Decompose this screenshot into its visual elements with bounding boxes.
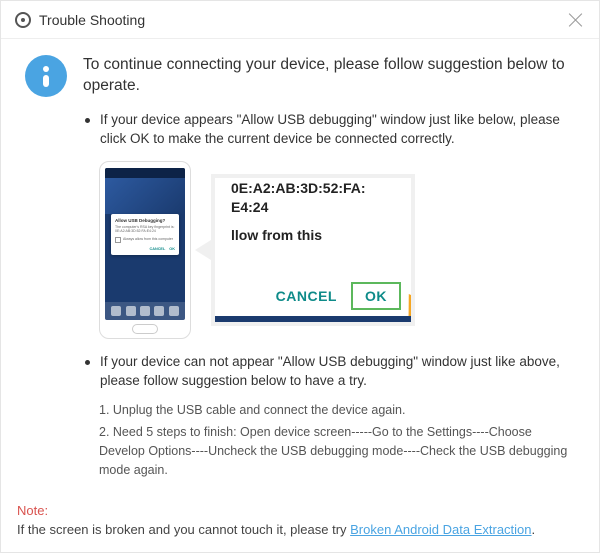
steps-list: 1. Unplug the USB cable and connect the …: [99, 401, 575, 480]
step-1: 1. Unplug the USB cable and connect the …: [99, 401, 575, 420]
phone-dialog-checkbox: Always allow from this computer: [115, 237, 175, 243]
info-icon: [25, 55, 67, 97]
phone-dialog-body2: 0E:A2:AB:3D:52:FA:E4:24: [115, 229, 175, 234]
instruction-item-2: If your device can not appear "Allow USB…: [85, 353, 575, 480]
intro: To continue connecting your device, plea…: [25, 55, 575, 97]
note-text: If the screen is broken and you cannot t…: [17, 522, 350, 537]
zoom-msg: llow from this: [231, 227, 401, 243]
bullet-dot: [85, 118, 90, 123]
phone-dialog-cancel: CANCEL: [149, 247, 165, 251]
phone-dialog: Allow USB Debugging? The computer's RSA …: [111, 214, 179, 255]
note-label: Note:: [17, 503, 48, 518]
callout-pointer: [195, 240, 211, 260]
illustration: Allow USB Debugging? The computer's RSA …: [99, 161, 575, 339]
broken-android-link[interactable]: Broken Android Data Extraction: [350, 522, 531, 537]
instruction-text-2: If your device can not appear "Allow USB…: [100, 353, 575, 391]
footer-note: Note: If the screen is broken and you ca…: [17, 502, 583, 540]
bullet-dot: [85, 360, 90, 365]
zoom-mac-2: E4:24: [231, 199, 401, 217]
gear-icon: [15, 12, 31, 28]
phone-dialog-title: Allow USB Debugging?: [115, 218, 175, 223]
step-2: 2. Need 5 steps to finish: Open device s…: [99, 423, 575, 479]
instruction-list: If your device appears "Allow USB debugg…: [25, 111, 575, 480]
instruction-text-1: If your device appears "Allow USB debugg…: [100, 111, 575, 149]
close-icon[interactable]: [567, 11, 585, 29]
titlebar: Trouble Shooting: [1, 1, 599, 39]
content: To continue connecting your device, plea…: [1, 39, 599, 506]
instruction-item-1: If your device appears "Allow USB debugg…: [85, 111, 575, 339]
zoom-ok-button: OK: [351, 282, 401, 310]
note-period: .: [532, 522, 536, 537]
zoom-cancel-button: CANCEL: [276, 288, 337, 304]
phone-mockup: Allow USB Debugging? The computer's RSA …: [99, 161, 191, 339]
phone-dialog-ok: OK: [169, 247, 175, 251]
dialog-zoom: 0E:A2:AB:3D:52:FA: E4:24 llow from this …: [211, 174, 415, 326]
phone-home-button: [132, 324, 158, 334]
zoom-mac-1: 0E:A2:AB:3D:52:FA:: [231, 180, 401, 198]
intro-text: To continue connecting your device, plea…: [83, 55, 575, 97]
window-title: Trouble Shooting: [39, 12, 145, 28]
